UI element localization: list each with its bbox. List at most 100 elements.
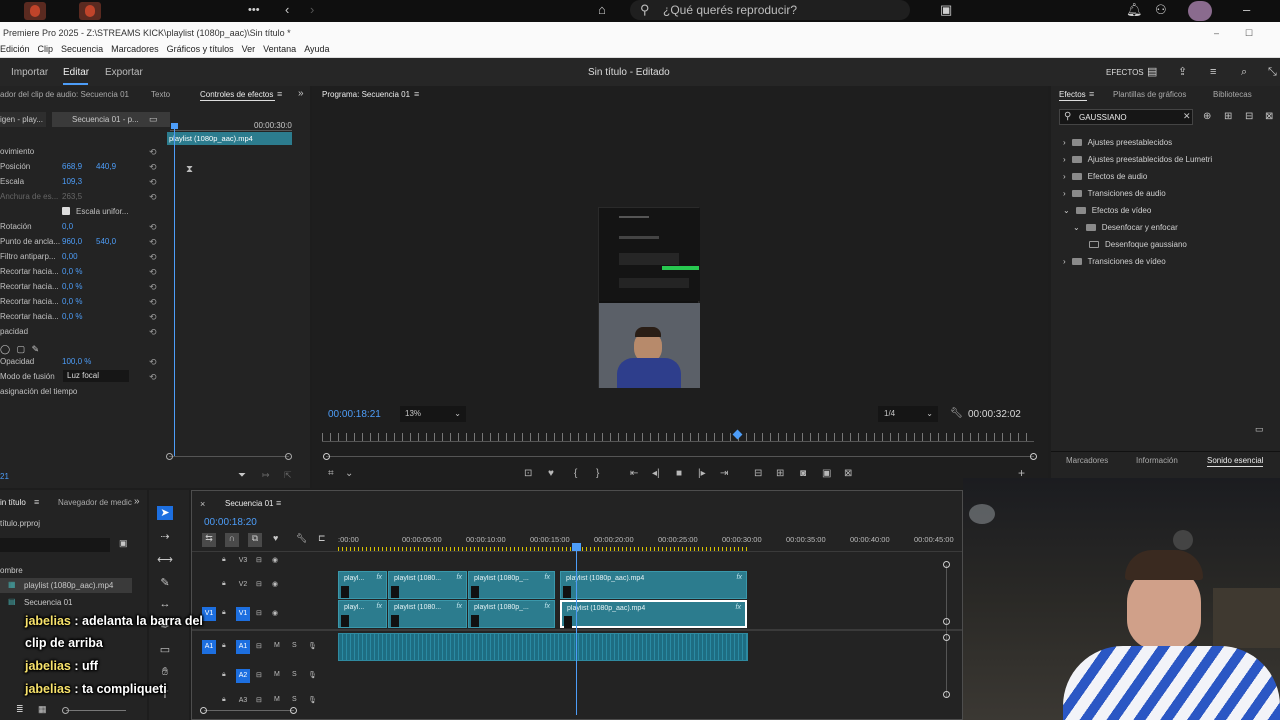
more-options-icon[interactable]: ••• xyxy=(248,0,260,20)
reset-icon[interactable]: ⟲ xyxy=(149,282,157,293)
menu-4[interactable]: Gráficos y títulos xyxy=(167,44,234,54)
scroll-handle-right[interactable] xyxy=(1030,453,1037,460)
panel-icon[interactable]: ▤ xyxy=(1147,62,1157,82)
solo-icon[interactable]: S xyxy=(292,642,297,649)
timeline-menu-icon[interactable]: ≡ xyxy=(276,498,281,508)
property-value[interactable]: 263,5 xyxy=(62,192,82,201)
playhead[interactable] xyxy=(174,126,175,456)
fx-badge[interactable]: fx xyxy=(545,574,550,581)
home-icon[interactable]: ⌂ xyxy=(598,0,606,20)
step-forward-icon[interactable]: |▸ xyxy=(698,468,706,479)
menu-0[interactable]: Edición xyxy=(0,44,30,54)
timeline-timecode[interactable]: 00:00:18:20 xyxy=(204,517,257,528)
list-item[interactable]: ▤ Secuencia 01 xyxy=(0,595,132,610)
effects-tree-item[interactable]: ⌄ Desenfocar y enfocar xyxy=(1073,223,1178,232)
tab-editar[interactable]: Editar xyxy=(63,67,89,78)
expand-panels-icon[interactable]: » xyxy=(298,88,304,99)
zoom-dropdown[interactable]: 13% ⌄ xyxy=(400,406,466,422)
back-arrow-icon[interactable]: ‹ xyxy=(285,0,289,20)
reset-icon[interactable]: ⟲ xyxy=(149,327,157,338)
clear-icon[interactable]: ✕ xyxy=(1183,111,1191,122)
browse-icon[interactable]: ▣ xyxy=(940,0,952,20)
notifications-icon[interactable]: 🔔︎ xyxy=(1126,0,1143,20)
reset-icon[interactable]: ⟲ xyxy=(149,222,157,233)
razor-icon[interactable]: ✎ xyxy=(157,576,173,590)
scroll-handle[interactable] xyxy=(943,618,950,625)
menu-7[interactable]: Ayuda xyxy=(304,44,329,54)
go-to-out-icon[interactable]: ⇥ xyxy=(720,468,728,479)
scroll-handle[interactable] xyxy=(943,691,950,698)
tab-essential-sound[interactable]: Sonido esencial xyxy=(1207,456,1263,465)
property-value[interactable]: 0,0 % xyxy=(62,282,82,291)
scroll-handle[interactable] xyxy=(943,634,950,641)
source-dropdown[interactable]: igen - play... xyxy=(0,112,46,127)
pen-mask-icon[interactable]: ✎ xyxy=(32,344,40,354)
avatar[interactable] xyxy=(1188,1,1212,21)
time-ruler[interactable]: :00:00 00:00:05:00 00:00:10:00 00:00:15:00 0… xyxy=(338,535,954,545)
property-value[interactable]: 0,0 % xyxy=(62,297,82,306)
timeline-clip[interactable]: playlist (1080p_... fx xyxy=(468,571,555,599)
linked-selection-icon[interactable]: ⧉ xyxy=(248,533,262,547)
forward-arrow-icon[interactable]: › xyxy=(310,0,314,20)
fx-badge[interactable]: fx xyxy=(737,574,742,581)
timeline-clip[interactable]: playlist (1080p_aac).mp4 fx xyxy=(560,600,747,628)
tab-markers[interactable]: Marcadores xyxy=(1066,456,1108,465)
eye-icon[interactable]: ◉ xyxy=(272,556,278,564)
timeline-playhead-handle[interactable] xyxy=(572,543,581,551)
zoom-slider[interactable] xyxy=(66,710,126,711)
tab-importar[interactable]: Importar xyxy=(11,67,48,78)
panel-options-icon[interactable]: ▭ xyxy=(149,114,158,125)
chevron-down-icon[interactable]: ⌄ xyxy=(1073,223,1080,232)
microphone-icon[interactable]: 🎙︎ xyxy=(308,671,317,679)
captions-icon[interactable]: ⊏ xyxy=(318,533,326,544)
mute-icon[interactable]: M xyxy=(274,696,280,703)
step-icon[interactable]: ↦ xyxy=(262,470,270,481)
snap-icon[interactable]: ∩ xyxy=(225,533,239,547)
zoom-scroll[interactable] xyxy=(169,456,289,457)
sync-lock-icon[interactable]: ⊟ xyxy=(256,609,262,617)
new-bin-icon[interactable]: ⊠ xyxy=(1265,111,1273,122)
scroll-handle[interactable] xyxy=(943,561,950,568)
expand-panels-icon[interactable]: » xyxy=(134,496,140,507)
keyframe-icon[interactable]: ⧗ xyxy=(186,164,193,175)
solo-icon[interactable]: S xyxy=(292,671,297,678)
menu-5[interactable]: Ver xyxy=(242,44,256,54)
property-value[interactable]: 0,0 xyxy=(62,222,73,231)
mute-icon[interactable]: M xyxy=(274,671,280,678)
camera-icon[interactable]: ◙ xyxy=(800,468,806,479)
property-value-2[interactable]: Escala unifor... xyxy=(76,207,128,216)
sync-lock-icon[interactable]: ⊟ xyxy=(256,671,262,679)
panel-menu-icon[interactable]: ≡ xyxy=(277,89,282,99)
chevron-right-icon[interactable]: › xyxy=(1063,257,1066,266)
list-item[interactable]: ▦ playlist (1080p_aac).mp4 xyxy=(0,578,132,593)
settings-wrench-icon[interactable]: 🔧︎ xyxy=(950,408,963,419)
sync-lock-icon[interactable]: ⊟ xyxy=(256,580,262,588)
lock-icon[interactable]: 🔒︎ xyxy=(222,556,226,564)
timeline-playhead[interactable] xyxy=(576,543,577,715)
effects-tree-item[interactable]: › Transiciones de audio xyxy=(1063,189,1166,198)
tab-graphic-templates[interactable]: Plantillas de gráficos xyxy=(1113,90,1186,99)
fx-badge[interactable]: fx xyxy=(377,603,382,610)
timeline-clip[interactable]: playlist (1080... fx xyxy=(388,571,467,599)
32bit-effects-icon[interactable]: ⊞ xyxy=(1224,111,1232,122)
menu-icon[interactable]: ≡ xyxy=(1210,62,1216,82)
mute-icon[interactable]: M xyxy=(274,642,280,649)
insert-nest-icon[interactable]: ⇆ xyxy=(202,533,216,547)
reset-icon[interactable]: ⟲ xyxy=(149,312,157,323)
rect-mask-icon[interactable]: ▢ xyxy=(17,344,26,354)
track-a1-clip[interactable] xyxy=(338,633,748,661)
tab-project[interactable]: in título xyxy=(0,498,26,507)
list-view-icon[interactable]: ≣ xyxy=(16,704,24,715)
album-thumbnail[interactable] xyxy=(24,2,46,20)
sync-lock-icon[interactable]: ⊟ xyxy=(256,696,262,704)
minimize-icon[interactable]: – xyxy=(1243,0,1250,20)
accelerated-effects-icon[interactable]: ⊕ xyxy=(1203,111,1211,122)
close-icon[interactable]: × xyxy=(200,499,205,509)
scroll-handle-right[interactable] xyxy=(285,453,292,460)
sync-lock-icon[interactable]: ⊟ xyxy=(256,556,262,564)
horizontal-zoom-bar[interactable] xyxy=(204,710,294,711)
ellipse-mask-icon[interactable]: ◯ xyxy=(0,344,10,354)
maximize-window-icon[interactable]: ☐ xyxy=(1245,22,1253,44)
reset-icon[interactable]: ⟲ xyxy=(149,357,157,368)
effects-tree-item[interactable]: › Transiciones de vídeo xyxy=(1063,257,1166,266)
